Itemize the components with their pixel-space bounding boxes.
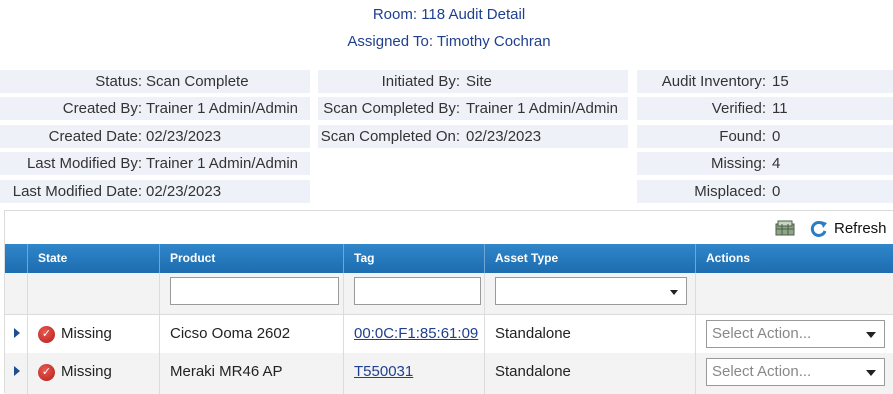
- state-label: Missing: [61, 363, 112, 380]
- select-action-dropdown[interactable]: Select Action...: [706, 358, 885, 386]
- asset-type-filter-select[interactable]: [495, 277, 687, 305]
- detail-value: 02/23/2023: [466, 128, 542, 145]
- detail-value: 11: [772, 100, 788, 117]
- header-actions: Actions: [695, 244, 893, 273]
- detail-label: Missing:: [710, 155, 766, 172]
- filter-cell-actions: [695, 273, 893, 315]
- detail-label: Initiated By:: [381, 73, 460, 90]
- expand-cell: [5, 353, 27, 394]
- detail-misplaced: Misplaced: 0: [637, 180, 893, 203]
- detail-label: Scan Completed On:: [320, 128, 460, 145]
- tag-link[interactable]: 00:0C:F1:85:61:09: [354, 325, 478, 342]
- table-row: ✓ Missing Meraki MR46 AP T550031 Standal…: [5, 353, 893, 394]
- detail-scan-completed-on: Scan Completed On: 02/23/2023: [318, 125, 628, 148]
- product-cell: Meraki MR46 AP: [159, 353, 343, 394]
- tag-filter-input[interactable]: [354, 277, 481, 305]
- detail-value: Trainer 1 Admin/Admin: [146, 155, 299, 172]
- filter-cell-product: [159, 273, 343, 315]
- grid-toolbar: Refresh: [5, 211, 893, 243]
- state-label: Missing: [61, 325, 112, 342]
- detail-value: 15: [772, 73, 789, 90]
- detail-last-modified-date: Last Modified Date: 02/23/2023: [0, 180, 310, 203]
- detail-label: Last Modified Date:: [12, 183, 142, 200]
- assigned-to: Assigned To: Timothy Cochran: [347, 33, 551, 50]
- refresh-icon: [810, 220, 827, 237]
- tag-cell: T550031: [343, 353, 484, 394]
- missing-status-icon: ✓: [38, 326, 55, 343]
- detail-value: Scan Complete: [146, 73, 249, 90]
- audit-items-grid: Refresh State Product Tag Asset Type Act…: [4, 210, 893, 394]
- product-filter-input[interactable]: [170, 277, 339, 305]
- actions-cell: Select Action...: [695, 353, 893, 394]
- detail-value: 02/23/2023: [146, 128, 222, 145]
- detail-value: 02/23/2023: [146, 183, 222, 200]
- header-expand-column: [5, 244, 27, 273]
- detail-label: Audit Inventory:: [661, 73, 766, 90]
- detail-missing: Missing: 4: [637, 152, 893, 175]
- detail-audit-inventory: Audit Inventory: 15: [637, 70, 893, 93]
- detail-found: Found: 0: [637, 125, 893, 148]
- filter-cell-asset-type: [484, 273, 695, 315]
- select-action-placeholder: Select Action...: [712, 363, 812, 380]
- actions-cell: Select Action...: [695, 315, 893, 353]
- detail-value: 4: [772, 155, 781, 172]
- select-action-placeholder: Select Action...: [712, 325, 812, 342]
- table-row: ✓ Missing Cicso Ooma 2602 00:0C:F1:85:61…: [5, 315, 893, 353]
- detail-value: Site: [466, 73, 492, 90]
- detail-label: Verified:: [711, 100, 766, 117]
- detail-scan-completed-by: Scan Completed By: Trainer 1 Admin/Admin: [318, 97, 628, 120]
- header-state[interactable]: State: [27, 244, 159, 273]
- grid-header: State Product Tag Asset Type Actions: [5, 244, 893, 273]
- detail-value: 0: [772, 183, 781, 200]
- header-product[interactable]: Product: [159, 244, 343, 273]
- detail-initiated-by: Initiated By: Site: [318, 70, 628, 93]
- header-asset-type[interactable]: Asset Type: [484, 244, 695, 273]
- detail-value: Trainer 1 Admin/Admin: [466, 100, 619, 117]
- tag-link[interactable]: T550031: [354, 363, 413, 380]
- header-tag[interactable]: Tag: [343, 244, 484, 273]
- detail-verified: Verified: 11: [637, 97, 893, 120]
- detail-label: Scan Completed By:: [323, 100, 460, 117]
- expand-row-icon[interactable]: [14, 366, 20, 376]
- spreadsheet-export-icon[interactable]: [774, 219, 796, 237]
- chevron-down-icon: [670, 290, 678, 295]
- asset-type-cell: Standalone: [484, 315, 695, 353]
- detail-value: 0: [772, 128, 781, 145]
- detail-status: Status: Scan Complete: [0, 70, 310, 93]
- detail-created-date: Created Date: 02/23/2023: [0, 125, 310, 148]
- state-cell: ✓ Missing: [27, 315, 159, 353]
- detail-label: Created Date:: [48, 128, 142, 145]
- filter-cell-tag: [343, 273, 484, 315]
- tag-cell: 00:0C:F1:85:61:09: [343, 315, 484, 353]
- chevron-down-icon: [866, 370, 876, 376]
- expand-row-icon[interactable]: [14, 328, 20, 338]
- expand-cell: [5, 315, 27, 353]
- filter-cell-state: [27, 273, 159, 315]
- product-cell: Cicso Ooma 2602: [159, 315, 343, 353]
- state-cell: ✓ Missing: [27, 353, 159, 394]
- detail-label: Created By:: [62, 100, 142, 117]
- detail-created-by: Created By: Trainer 1 Admin/Admin: [0, 97, 310, 120]
- detail-value: Trainer 1 Admin/Admin: [146, 100, 299, 117]
- asset-type-cell: Standalone: [484, 353, 695, 394]
- detail-label: Found:: [719, 128, 766, 145]
- select-action-dropdown[interactable]: Select Action...: [706, 320, 885, 348]
- detail-label: Status:: [95, 73, 142, 90]
- refresh-label: Refresh: [834, 220, 887, 237]
- filter-row: [5, 273, 893, 315]
- chevron-down-icon: [866, 332, 876, 338]
- detail-last-modified-by: Last Modified By: Trainer 1 Admin/Admin: [0, 152, 310, 175]
- filter-cell-expand: [5, 273, 27, 315]
- detail-label: Last Modified By:: [26, 155, 142, 172]
- missing-status-icon: ✓: [38, 364, 55, 381]
- page-title: Room: 118 Audit Detail: [372, 6, 526, 23]
- detail-label: Misplaced:: [694, 183, 766, 200]
